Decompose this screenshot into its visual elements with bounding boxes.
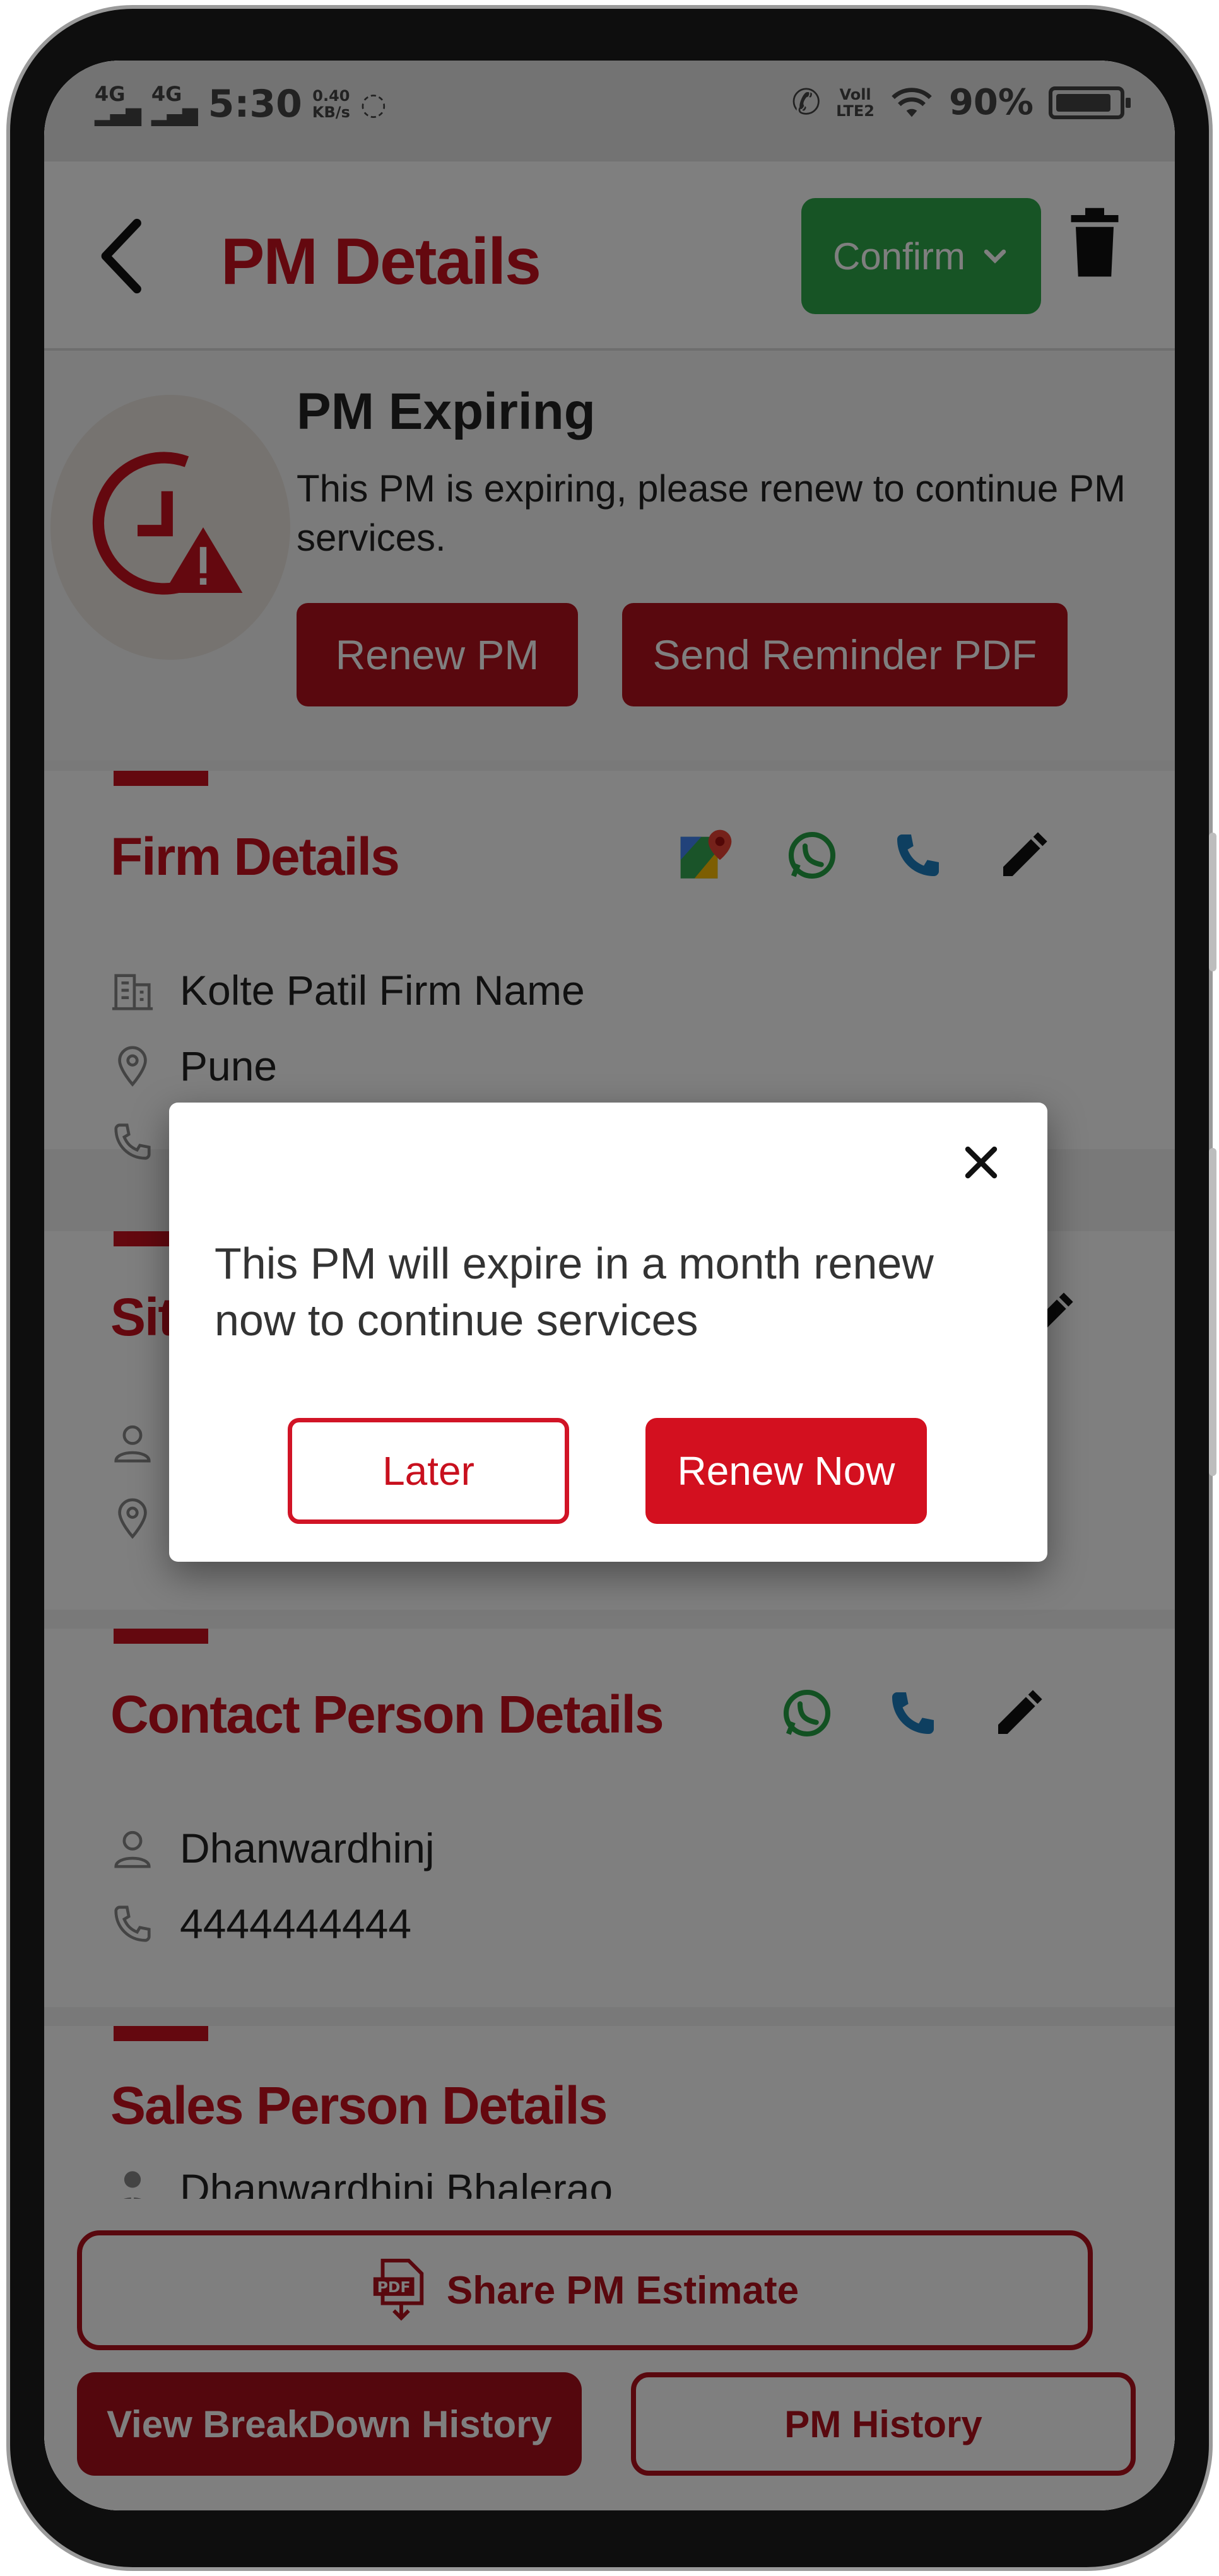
close-icon[interactable] [959,1140,1003,1185]
phone-screen: 4G▂▄▆ 4G▂▄▆ 5:30 0.40KB/s ◌ ✆ VollLTE2 9… [44,61,1175,2510]
renew-now-button[interactable]: Renew Now [645,1418,927,1524]
volume-button [1209,833,1216,971]
renew-dialog: This PM will expire in a month renew now… [169,1103,1047,1562]
later-button[interactable]: Later [288,1418,569,1524]
power-button [1209,1148,1216,1476]
app-frame: 4G▂▄▆ 4G▂▄▆ 5:30 0.40KB/s ◌ ✆ VollLTE2 9… [0,0,1219,2576]
dialog-message: This PM will expire in a month renew now… [215,1239,934,1345]
